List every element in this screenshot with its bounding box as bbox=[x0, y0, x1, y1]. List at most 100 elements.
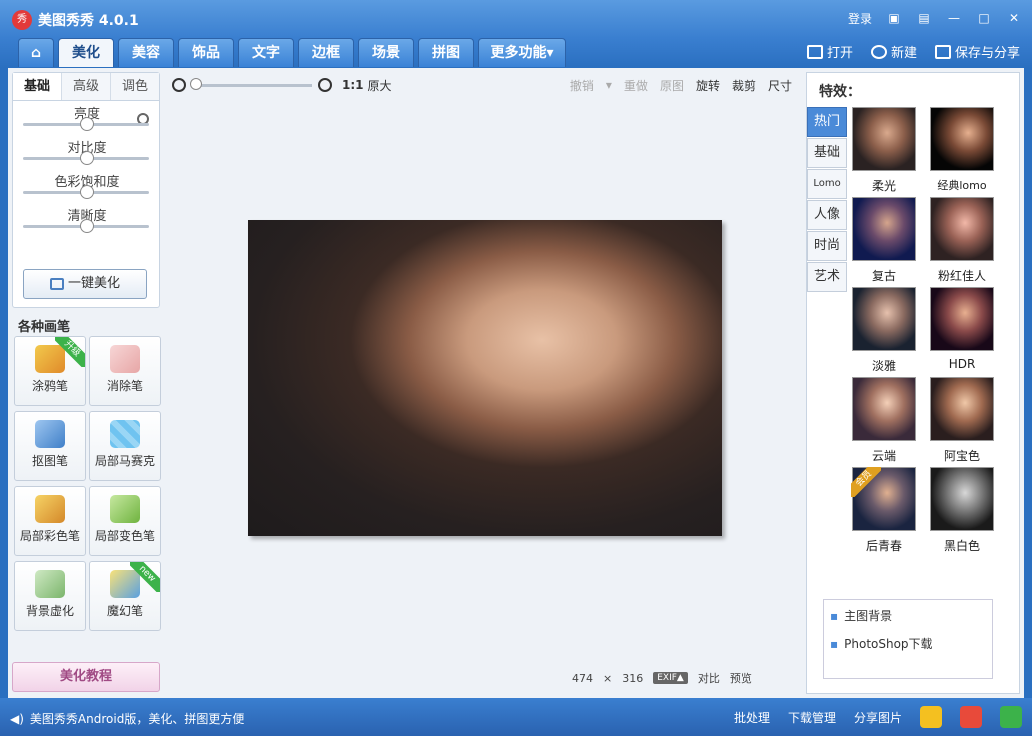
paint-bucket-icon bbox=[110, 495, 140, 523]
zoom-in-icon[interactable] bbox=[318, 78, 332, 92]
crop-button[interactable]: 裁剪 bbox=[732, 77, 756, 94]
mosaic-icon bbox=[110, 420, 140, 448]
link-main-bg[interactable]: 主图背景 bbox=[824, 600, 992, 628]
paintbrush-icon bbox=[35, 495, 65, 523]
tab-home[interactable]: ⌂ bbox=[18, 38, 54, 67]
adjust-subtabs: 基础 高级 调色 bbox=[13, 73, 159, 101]
tab-accessories[interactable]: 饰品 bbox=[178, 38, 234, 67]
brightness-slider[interactable]: 亮度 bbox=[13, 101, 159, 135]
star-icon[interactable] bbox=[920, 706, 942, 728]
effect-elegant[interactable]: 淡雅 bbox=[851, 287, 917, 375]
category-portrait[interactable]: 人像 bbox=[807, 200, 847, 230]
category-basic[interactable]: 基础 bbox=[807, 138, 847, 168]
original-size-label[interactable]: 原大 bbox=[368, 77, 392, 94]
tab-beautify[interactable]: 美化 bbox=[58, 38, 114, 67]
subtab-color[interactable]: 调色 bbox=[111, 73, 159, 100]
brush-mosaic[interactable]: 局部马赛克 bbox=[89, 411, 161, 481]
tab-more[interactable]: 更多功能▾ bbox=[478, 38, 566, 67]
contrast-slider[interactable]: 对比度 bbox=[13, 135, 159, 169]
undo-button[interactable]: 撤销 bbox=[570, 77, 594, 94]
add-icon[interactable] bbox=[1000, 706, 1022, 728]
save-icon bbox=[934, 44, 951, 59]
effect-abao[interactable]: 阿宝色 bbox=[929, 377, 995, 465]
compare-button[interactable]: 对比 bbox=[698, 670, 720, 686]
photo-canvas[interactable] bbox=[248, 220, 722, 536]
slider-knob[interactable] bbox=[80, 151, 94, 165]
effect-cloud[interactable]: 云端 bbox=[851, 377, 917, 465]
resize-button[interactable]: 尺寸 bbox=[768, 77, 792, 94]
left-panel: 基础 高级 调色 亮度 对比度 色彩饱和度 清晰度 一键美化 各种画笔 涂鸦笔 … bbox=[12, 72, 162, 694]
original-image-button[interactable]: 原图 bbox=[660, 77, 684, 94]
subtab-basic[interactable]: 基础 bbox=[13, 73, 62, 100]
brush-local-color[interactable]: 局部彩色笔 bbox=[14, 486, 86, 556]
sharpness-slider[interactable]: 清晰度 bbox=[13, 203, 159, 237]
menu-icon[interactable]: ▤ bbox=[916, 11, 932, 27]
link-photoshop-download[interactable]: PhotoShop下载 bbox=[824, 628, 992, 656]
tab-frame[interactable]: 边框 bbox=[298, 38, 354, 67]
pen-icon bbox=[35, 420, 65, 448]
brush-graffiti[interactable]: 涂鸦笔 升级 bbox=[14, 336, 86, 406]
brush-eraser[interactable]: 消除笔 bbox=[89, 336, 161, 406]
category-fashion[interactable]: 时尚 bbox=[807, 231, 847, 261]
slider-knob[interactable] bbox=[80, 219, 94, 233]
effects-title: 特效： bbox=[819, 84, 861, 100]
zoom-knob[interactable] bbox=[190, 77, 202, 90]
weibo-icon[interactable] bbox=[960, 706, 982, 728]
tab-scene[interactable]: 场景 bbox=[358, 38, 414, 67]
brush-cutout[interactable]: 抠图笔 bbox=[14, 411, 86, 481]
category-art[interactable]: 艺术 bbox=[807, 262, 847, 292]
undo-dropdown-icon[interactable]: ▾ bbox=[606, 78, 612, 92]
effect-hdr[interactable]: HDR bbox=[929, 287, 995, 375]
effect-classic-lomo[interactable]: 经典lomo bbox=[929, 107, 995, 195]
exif-button[interactable]: EXIF▲ bbox=[653, 672, 688, 684]
save-share-button[interactable]: 保存与分享 bbox=[934, 42, 1020, 61]
plus-icon bbox=[870, 44, 887, 59]
slider-knob[interactable] bbox=[80, 117, 94, 131]
one-click-beautify-button[interactable]: 一键美化 bbox=[23, 269, 147, 299]
share-image-button[interactable]: 分享图片 bbox=[854, 709, 902, 726]
slider-knob[interactable] bbox=[80, 185, 94, 199]
beautify-tutorial-button[interactable]: 美化教程 bbox=[12, 662, 160, 692]
rotate-button[interactable]: 旋转 bbox=[696, 77, 720, 94]
android-promo[interactable]: 美图秀秀Android版，美化、拼图更方便 bbox=[30, 710, 244, 727]
new-button[interactable]: 新建 bbox=[870, 42, 917, 61]
close-icon[interactable]: ✕ bbox=[1006, 11, 1022, 27]
login-link[interactable]: 登录 bbox=[848, 10, 872, 27]
effect-pink-lady[interactable]: 粉红佳人 bbox=[929, 197, 995, 285]
window-controls: 登录 ▣ ▤ — □ ✕ bbox=[848, 10, 1022, 27]
brushes-title: 各种画笔 bbox=[18, 320, 71, 335]
brush-magic[interactable]: 魔幻笔 new bbox=[89, 561, 161, 631]
zoom-out-icon[interactable] bbox=[172, 78, 186, 92]
chat-icon[interactable]: ▣ bbox=[886, 11, 902, 27]
zoom-slider[interactable] bbox=[190, 77, 312, 90]
effect-soft-light[interactable]: 柔光 bbox=[851, 107, 917, 195]
eraser-icon bbox=[110, 345, 140, 373]
category-hot[interactable]: 热门 bbox=[807, 107, 847, 137]
minimize-icon[interactable]: — bbox=[946, 11, 962, 27]
batch-button[interactable]: 批处理 bbox=[734, 709, 770, 726]
edit-tools: 撤销 ▾ 重做 原图 旋转 裁剪 尺寸 bbox=[570, 72, 792, 98]
tab-retouch[interactable]: 美容 bbox=[118, 38, 174, 67]
app-logo-icon: 秀 bbox=[12, 10, 32, 30]
file-actions: 打开 新建 保存与分享 bbox=[806, 42, 1020, 61]
app-title: 美图秀秀 4.0.1 bbox=[38, 13, 139, 29]
tab-text[interactable]: 文字 bbox=[238, 38, 294, 67]
actual-size-button[interactable]: 1:1 bbox=[342, 78, 364, 92]
open-button[interactable]: 打开 bbox=[806, 42, 853, 61]
image-info: 474 × 316 EXIF▲ 对比 预览 bbox=[572, 670, 752, 686]
effect-retro[interactable]: 复古 bbox=[851, 197, 917, 285]
maximize-icon[interactable]: □ bbox=[976, 11, 992, 27]
saturation-slider[interactable]: 色彩饱和度 bbox=[13, 169, 159, 203]
brush-local-recolor[interactable]: 局部变色笔 bbox=[89, 486, 161, 556]
redo-button[interactable]: 重做 bbox=[624, 77, 648, 94]
canvas-area: 1:1 原大 撤销 ▾ 重做 原图 旋转 裁剪 尺寸 474 × 316 EXI… bbox=[166, 68, 802, 694]
effect-post-youth[interactable]: 后青春 会员 bbox=[851, 467, 917, 555]
tab-collage[interactable]: 拼图 bbox=[418, 38, 474, 67]
subtab-advanced[interactable]: 高级 bbox=[62, 73, 111, 100]
brush-background-blur[interactable]: 背景虚化 bbox=[14, 561, 86, 631]
effect-categories: 热门 基础 Lomo 人像 时尚 艺术 bbox=[807, 107, 847, 293]
download-manager-button[interactable]: 下载管理 bbox=[788, 709, 836, 726]
preview-button[interactable]: 预览 bbox=[730, 670, 752, 686]
category-lomo[interactable]: Lomo bbox=[807, 169, 847, 199]
effect-black-white[interactable]: 黑白色 bbox=[929, 467, 995, 555]
